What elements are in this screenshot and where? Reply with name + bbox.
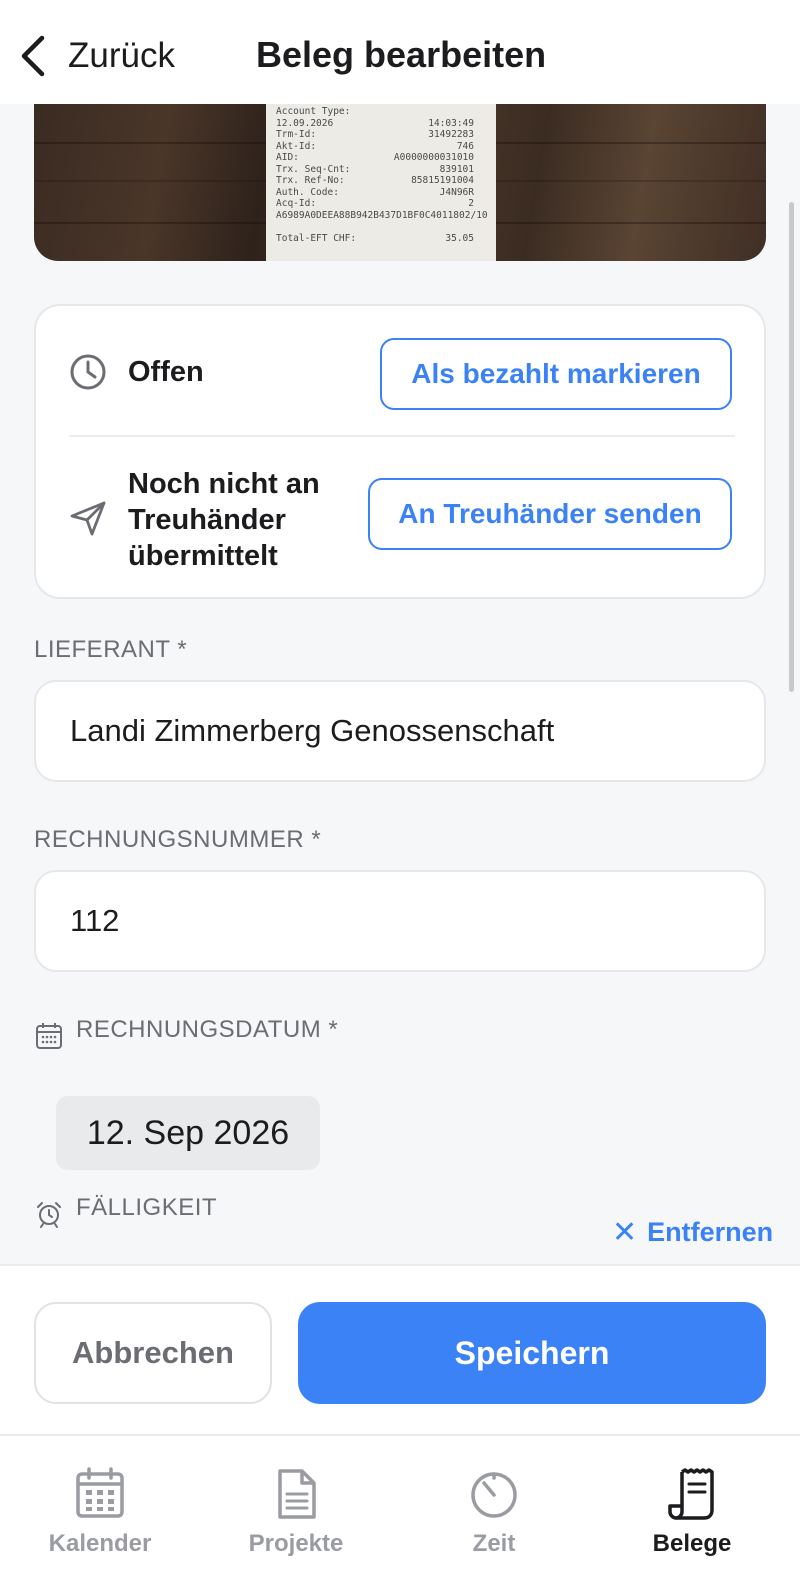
receipt-line: Total-EFT CHF: 35.05 [276, 233, 474, 245]
receipt-photo[interactable]: Account Type: 12.09.2026 14:03:49 Trm-Id: 31… [34, 104, 766, 261]
receipt-line-value: 85815191004 [411, 175, 474, 186]
remove-label: Entfernen [647, 1216, 774, 1247]
timer-icon [471, 1472, 517, 1518]
invoice-number-input[interactable] [34, 870, 766, 972]
receipt-line: A6989A0DEEA88B942B437D1BF0C40118 02/10 [276, 209, 488, 222]
page-title: Beleg bearbeiten [256, 34, 547, 75]
tab-bar: Kalender Projekte Zeit Belege [0, 1434, 800, 1591]
receipt-line-key: Acq-Id: [276, 198, 317, 209]
receipt-line-key: Auth. Code: [276, 186, 339, 198]
receipt-line: Trx. Seq-Cnt: 839101 [276, 164, 474, 176]
receipt-line-value: 35.05 [445, 232, 474, 244]
receipt-line-value: A0000000031010 [393, 152, 474, 163]
receipt-line-value: 2 [468, 198, 474, 209]
tab-kalender[interactable]: Kalender [0, 1436, 200, 1591]
remove-due-date-button[interactable]: ✕ Entfernen [612, 1215, 773, 1249]
alarm-clock-icon [37, 1202, 61, 1228]
receipt-paper: Account Type: 12.09.2026 14:03:49 Trm-Id: 31… [266, 104, 496, 261]
receipt-line-key: Total-EFT CHF: [276, 232, 357, 244]
payment-status-row: Offen Als bezahlt markieren [36, 306, 764, 436]
mark-paid-button[interactable]: Als bezahlt markieren [380, 338, 732, 410]
receipt-line-value: 839101 [439, 163, 474, 175]
clock-icon [70, 354, 106, 390]
document-icon [278, 1469, 316, 1519]
calendar-icon [76, 1467, 124, 1518]
receipt-line [276, 221, 474, 233]
receipt-line: AID: A0000000031010 [276, 152, 474, 164]
receipt-line: Acq-Id: 2 [276, 198, 474, 210]
invoice-date-picker[interactable]: 12. Sep 2026 [56, 1096, 320, 1170]
receipt-line-key: Trm-Id: [276, 129, 317, 140]
back-button[interactable]: Zurück [18, 32, 175, 80]
chevron-left-icon [21, 35, 45, 77]
nav-header: Zurück Beleg bearbeiten [0, 0, 800, 104]
action-bar: Abbrechen Speichern [0, 1264, 800, 1434]
receipt-line: Trx. Ref-No: 85815191004 [276, 175, 474, 187]
receipt-line-key: A6989A0DEEA88B942B437D1BF0C40118 [276, 209, 460, 221]
tab-label: Projekte [248, 1530, 344, 1557]
due-date-label: FÄLLIGKEIT [76, 1194, 218, 1221]
receipt-line: Akt-Id: 746 [276, 141, 474, 153]
receipt-line-value: 746 [456, 140, 474, 152]
payment-status-label: Offen [128, 356, 204, 388]
receipt-icon [668, 1468, 714, 1520]
close-icon: ✕ [612, 1215, 638, 1249]
tab-belege[interactable]: Belege [592, 1436, 792, 1591]
status-card: Offen Als bezahlt markieren Noch nicht a… [34, 304, 766, 599]
calendar-icon [36, 1023, 62, 1049]
transfer-status-row: Noch nicht an Treuhänder übermittelt An … [36, 436, 764, 601]
supplier-label: LIEFERANT * [34, 636, 188, 663]
receipt-line-key: AID: [276, 152, 299, 163]
receipt-line-key [276, 221, 282, 233]
receipt-line: Auth. Code: J4N96R [276, 187, 474, 199]
receipt-line: Account Type: [276, 106, 474, 118]
receipt-line-value: 14:03:49 [428, 117, 474, 129]
invoice-date-label: RECHNUNGSDATUM * [76, 1016, 339, 1043]
tab-projekte[interactable]: Projekte [196, 1436, 396, 1591]
supplier-input[interactable] [34, 680, 766, 782]
receipt-line-key: Akt-Id: [276, 140, 317, 152]
tab-zeit[interactable]: Zeit [394, 1436, 594, 1591]
save-button[interactable]: Speichern [298, 1302, 766, 1404]
tab-label: Belege [652, 1530, 732, 1557]
invoice-number-label: RECHNUNGSNUMMER * [34, 826, 322, 853]
receipt-line: Trm-Id: 31492283 [276, 129, 474, 141]
tab-label: Zeit [472, 1530, 516, 1557]
receipt-line-key: Trx. Ref-No: [276, 175, 345, 186]
transfer-status-label: Noch nicht an Treuhänder übermittelt [128, 468, 320, 572]
send-to-trustee-button[interactable]: An Treuhänder senden [368, 478, 732, 550]
receipt-line-key: Trx. Seq-Cnt: [276, 163, 351, 175]
receipt-line-value: 02/10 [459, 209, 488, 221]
scrollbar[interactable] [789, 202, 794, 692]
receipt-line: 12.09.2026 14:03:49 [276, 118, 474, 130]
cancel-button[interactable]: Abbrechen [34, 1302, 272, 1404]
back-label: Zurück [68, 36, 175, 75]
send-icon [70, 501, 106, 536]
receipt-line-key: 12.09.2026 [276, 117, 334, 129]
tab-label: Kalender [48, 1530, 152, 1557]
receipt-line-key: Account Type: [276, 106, 351, 117]
receipt-line-value: J4N96R [439, 186, 474, 198]
receipt-line-value: 31492283 [428, 129, 474, 140]
